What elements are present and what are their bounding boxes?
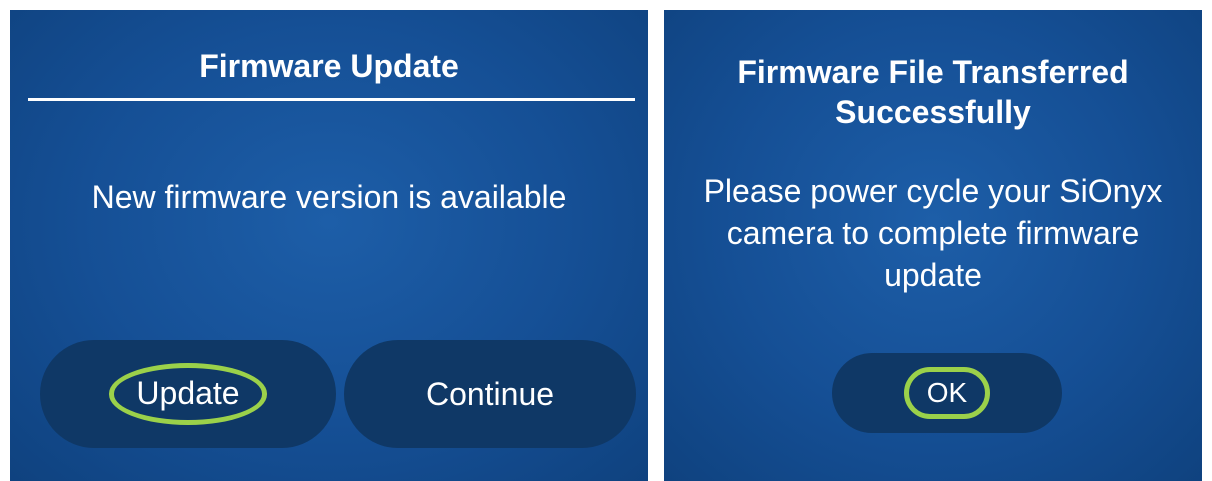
dialog-message: New firmware version is available (91, 179, 567, 215)
update-button[interactable]: Update (40, 340, 336, 448)
dialog-title: Firmware Update (199, 48, 459, 84)
dialog-message: Please power cycle your SiOnyx camera to… (703, 173, 1163, 293)
continue-button[interactable]: Continue (344, 340, 636, 448)
continue-button-label: Continue (425, 375, 555, 412)
title-divider (28, 98, 635, 101)
ok-button[interactable]: OK (832, 353, 1062, 433)
update-button-label: Update (109, 363, 267, 425)
firmware-transferred-dialog: Firmware File Transferred Successfully P… (664, 10, 1202, 481)
dialog-title: Firmware File Transferred Successfully (737, 54, 1129, 130)
ok-button-label: OK (903, 366, 991, 420)
firmware-update-dialog: Firmware Update New firmware version is … (10, 10, 648, 481)
